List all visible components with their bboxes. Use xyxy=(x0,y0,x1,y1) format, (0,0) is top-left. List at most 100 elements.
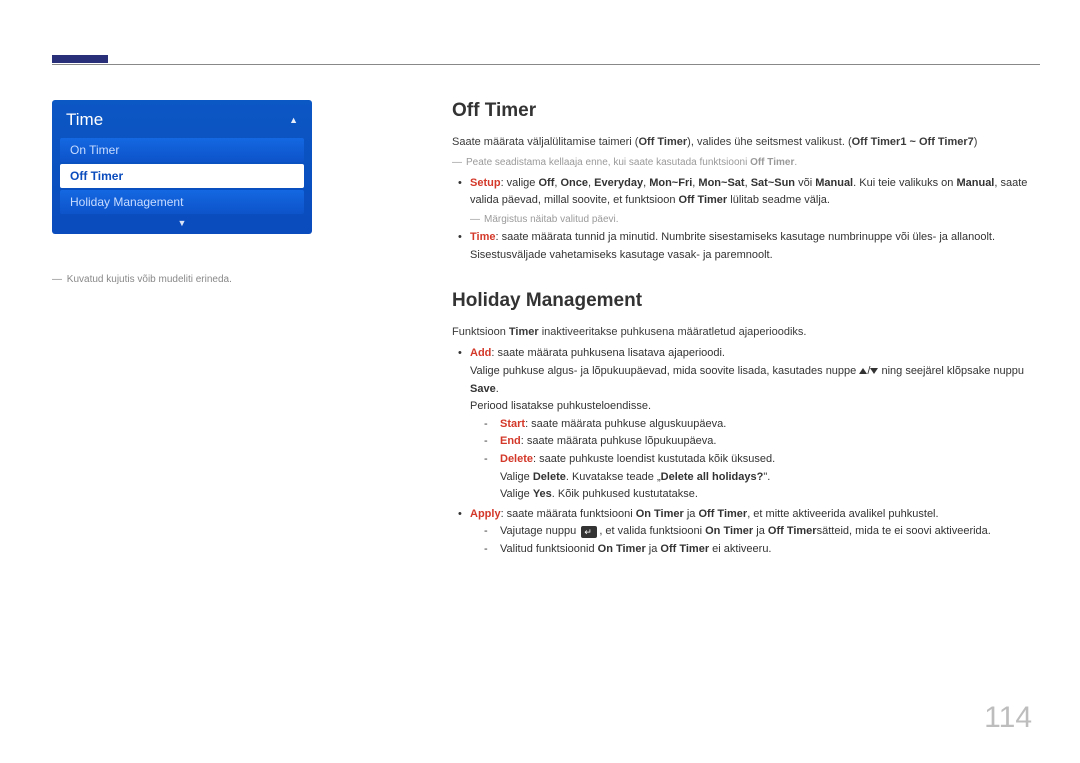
text: ), valides ühe seitsmest valikust. ( xyxy=(687,136,851,148)
label-delete: Delete xyxy=(500,453,533,465)
text: Periood lisatakse puhkusteloendisse. xyxy=(470,400,651,412)
delete-detail-2: Valige Yes. Kõik puhkused kustutatakse. xyxy=(500,486,1040,504)
label-on-timer: On Timer xyxy=(705,525,753,537)
text: : saate määrata tunnid ja minutid. Numbr… xyxy=(470,231,995,261)
text: Peate seadistama kellaaja enne, kui saat… xyxy=(466,157,750,168)
opt: Once xyxy=(561,177,589,189)
menu-item-label: Off Timer xyxy=(70,169,123,183)
offtimer-intro: Saate määrata väljalülitamise taimeri (O… xyxy=(452,134,1040,151)
image-caption: ― Kuvatud kujutis võib mudeliti erineda. xyxy=(52,274,312,285)
label-start: Start xyxy=(500,418,525,430)
label-save: Save xyxy=(470,383,496,395)
header-accent-bar xyxy=(52,55,108,63)
delete-detail-1: Valige Delete. Kuvatakse teade „Delete a… xyxy=(500,469,1040,487)
apply-sub-2: - Valitud funktsioonid On Timer ja Off T… xyxy=(470,541,1040,559)
menu-item-off-timer[interactable]: Off Timer xyxy=(60,164,304,188)
label-delete-all: Delete all holidays? xyxy=(661,471,764,483)
label-on-timer: On Timer xyxy=(636,508,684,520)
time-menu-panel: Time ▲ On Timer Off Timer Holiday Manage… xyxy=(52,100,312,234)
text: Vajutage nuppu xyxy=(500,525,579,537)
label-delete: Delete xyxy=(533,471,566,483)
text: või xyxy=(795,177,815,189)
holiday-heading: Holiday Management xyxy=(452,290,1040,312)
text: ) xyxy=(974,136,978,148)
text: Saate määrata väljalülitamise taimeri ( xyxy=(452,136,638,148)
text: : saate määrata puhkusena lisatava ajape… xyxy=(491,347,725,359)
opt: Off xyxy=(538,177,554,189)
holiday-bullets: Add: saate määrata puhkusena lisatava aj… xyxy=(452,345,1040,558)
bullet-time: Time: saate määrata tunnid ja minutid. N… xyxy=(452,229,1040,264)
label-setup: Setup xyxy=(470,177,501,189)
note-dash-icon: ― xyxy=(470,212,480,228)
text: : saate puhkuste loendist kustutada kõik… xyxy=(533,453,775,465)
text: Valitud funktsioonid xyxy=(500,543,598,555)
text: Funktsioon xyxy=(452,326,509,338)
offtimer-clock-note: ― Peate seadistama kellaaja enne, kui sa… xyxy=(452,155,1040,171)
label-timer: Timer xyxy=(509,326,539,338)
text: sätteid, mida te ei soovi aktiveerida. xyxy=(817,525,991,537)
opt: Sat~Sun xyxy=(751,177,795,189)
text: ja xyxy=(684,508,699,520)
label-end: End xyxy=(500,435,521,447)
setup-subnote: ― Märgistus näitab valitud päevi. xyxy=(470,212,1040,228)
page-number: 114 xyxy=(984,701,1032,735)
label-time: Time xyxy=(470,231,495,243)
label-yes: Yes xyxy=(533,488,552,500)
label-off-timer-range: Off Timer1 ~ Off Timer7 xyxy=(852,136,974,148)
text: ja xyxy=(753,525,768,537)
text: . xyxy=(794,157,797,168)
menu-item-holiday-management[interactable]: Holiday Management xyxy=(60,190,304,214)
text: : valige xyxy=(501,177,539,189)
label-off-timer: Off Timer xyxy=(750,157,794,168)
menu-scroll-up-icon[interactable]: ▲ xyxy=(289,115,298,125)
label-on-timer: On Timer xyxy=(598,543,646,555)
menu-scroll-down-icon[interactable]: ▼ xyxy=(60,214,304,228)
text: : saate määrata puhkuse lõpukuupäeva. xyxy=(521,435,717,447)
holiday-intro: Funktsioon Timer inaktiveeritakse puhkus… xyxy=(452,324,1040,341)
text: Märgistus näitab valitud päevi. xyxy=(484,214,619,225)
text: : saate määrata funktsiooni xyxy=(501,508,636,520)
label-off-timer: Off Timer xyxy=(698,508,747,520)
text: Valige xyxy=(500,471,533,483)
note-dash-icon: ― xyxy=(452,155,462,171)
text: ning seejärel klõpsake nuppu xyxy=(878,365,1024,377)
menu-item-label: On Timer xyxy=(70,143,119,157)
menu-title-row: Time ▲ xyxy=(60,106,304,136)
bullet-setup: Setup: valige Off, Once, Everyday, Mon~F… xyxy=(452,175,1040,228)
header-rule xyxy=(52,64,1040,65)
text: ja xyxy=(646,543,661,555)
menu-item-label: Holiday Management xyxy=(70,195,183,209)
sub-start: -Start: saate määrata puhkuse alguskuupä… xyxy=(470,416,1040,434)
label-off-timer: Off Timer xyxy=(768,525,817,537)
text: . Kõik puhkused kustutatakse. xyxy=(552,488,698,500)
text: Valige xyxy=(500,488,533,500)
text: , et valida funktsiooni xyxy=(599,525,705,537)
dash-icon: - xyxy=(484,433,488,451)
text: . Kui teie valikuks on xyxy=(853,177,956,189)
label-apply: Apply xyxy=(470,508,501,520)
caption-dash: ― xyxy=(52,274,65,285)
menu-item-on-timer[interactable]: On Timer xyxy=(60,138,304,162)
dash-icon: - xyxy=(484,541,488,559)
text: lülitab seadme välja. xyxy=(727,194,830,206)
menu-title: Time xyxy=(66,110,103,130)
left-column: Time ▲ On Timer Off Timer Holiday Manage… xyxy=(52,100,312,285)
label-add: Add xyxy=(470,347,491,359)
label-off-timer: Off Timer xyxy=(638,136,687,148)
opt-manual: Manual xyxy=(815,177,853,189)
caption-text: Kuvatud kujutis võib mudeliti erineda. xyxy=(67,274,232,285)
sub-delete: -Delete: saate puhkuste loendist kustuta… xyxy=(470,451,1040,504)
bullet-add: Add: saate määrata puhkusena lisatava aj… xyxy=(452,345,1040,503)
sub-end: -End: saate määrata puhkuse lõpukuupäeva… xyxy=(470,433,1040,451)
text: Valige puhkuse algus- ja lõpukuupäevad, … xyxy=(470,365,859,377)
text: ei aktiveeru. xyxy=(709,543,771,555)
apply-sub-1: - Vajutage nuppu , et valida funktsiooni… xyxy=(470,523,1040,541)
bullet-apply: Apply: saate määrata funktsiooni On Time… xyxy=(452,506,1040,559)
dash-icon: - xyxy=(484,416,488,434)
opt: Mon~Fri xyxy=(649,177,692,189)
dash-icon: - xyxy=(484,451,488,469)
up-arrow-icon xyxy=(859,368,867,374)
label-off-timer: Off Timer xyxy=(679,194,728,206)
text: . Kuvatakse teade „ xyxy=(566,471,661,483)
text: : saate määrata puhkuse alguskuupäeva. xyxy=(525,418,726,430)
